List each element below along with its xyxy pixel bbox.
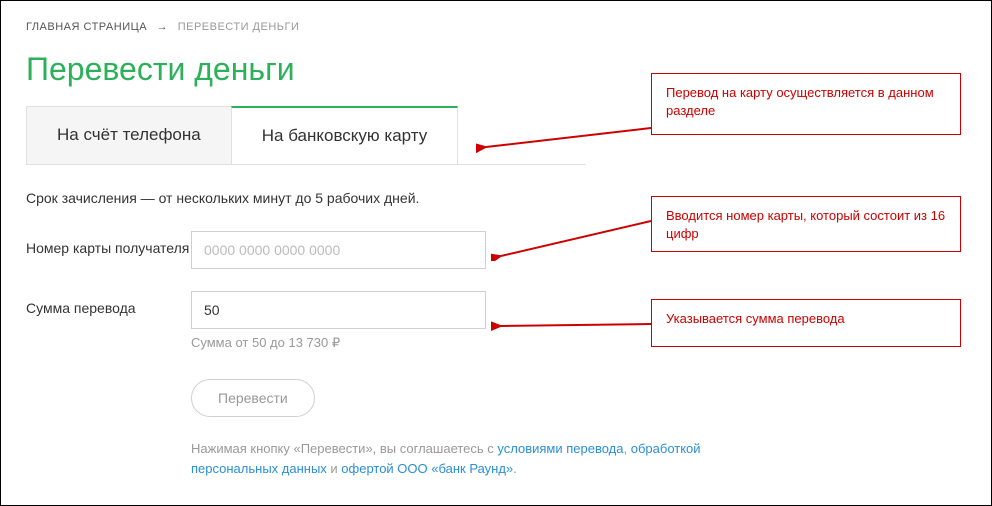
transfer-button[interactable]: Перевести: [191, 379, 315, 417]
breadcrumb-home[interactable]: ГЛАВНАЯ СТРАНИЦА: [26, 21, 147, 33]
sum-input[interactable]: [191, 291, 486, 329]
offer-link[interactable]: офертой ООО «банк Раунд»: [341, 461, 513, 476]
tab-card[interactable]: На банковскую карту: [231, 106, 459, 164]
breadcrumb-arrow-icon: →: [157, 21, 169, 33]
disclaimer-prefix: Нажимая кнопку «Перевести», вы соглашает…: [191, 441, 497, 456]
card-number-label: Номер карты получателя: [26, 231, 191, 257]
sum-hint: Сумма от 50 до 13 730 ₽: [191, 335, 586, 351]
breadcrumb-current: ПЕРЕВЕСТИ ДЕНЬГИ: [178, 21, 300, 33]
callout-card: Вводится номер карты, который состоит из…: [651, 196, 961, 252]
disclaimer: Нажимая кнопку «Перевести», вы соглашает…: [191, 439, 751, 478]
terms-link[interactable]: условиями перевода: [497, 441, 623, 456]
credit-time-info: Срок зачисления — от нескольких минут до…: [26, 190, 586, 206]
callout-tab: Перевод на карту осуществляется в данном…: [651, 73, 961, 135]
tab-phone[interactable]: На счёт телефона: [26, 106, 232, 164]
card-number-input[interactable]: [191, 231, 486, 269]
callout-sum: Указывается сумма перевода: [651, 299, 961, 347]
tabs: На счёт телефона На банковскую карту: [26, 106, 586, 165]
tab-content: Срок зачисления — от нескольких минут до…: [26, 165, 586, 478]
breadcrumb: ГЛАВНАЯ СТРАНИЦА → ПЕРЕВЕСТИ ДЕНЬГИ: [26, 21, 966, 33]
sum-label: Сумма перевода: [26, 291, 191, 317]
